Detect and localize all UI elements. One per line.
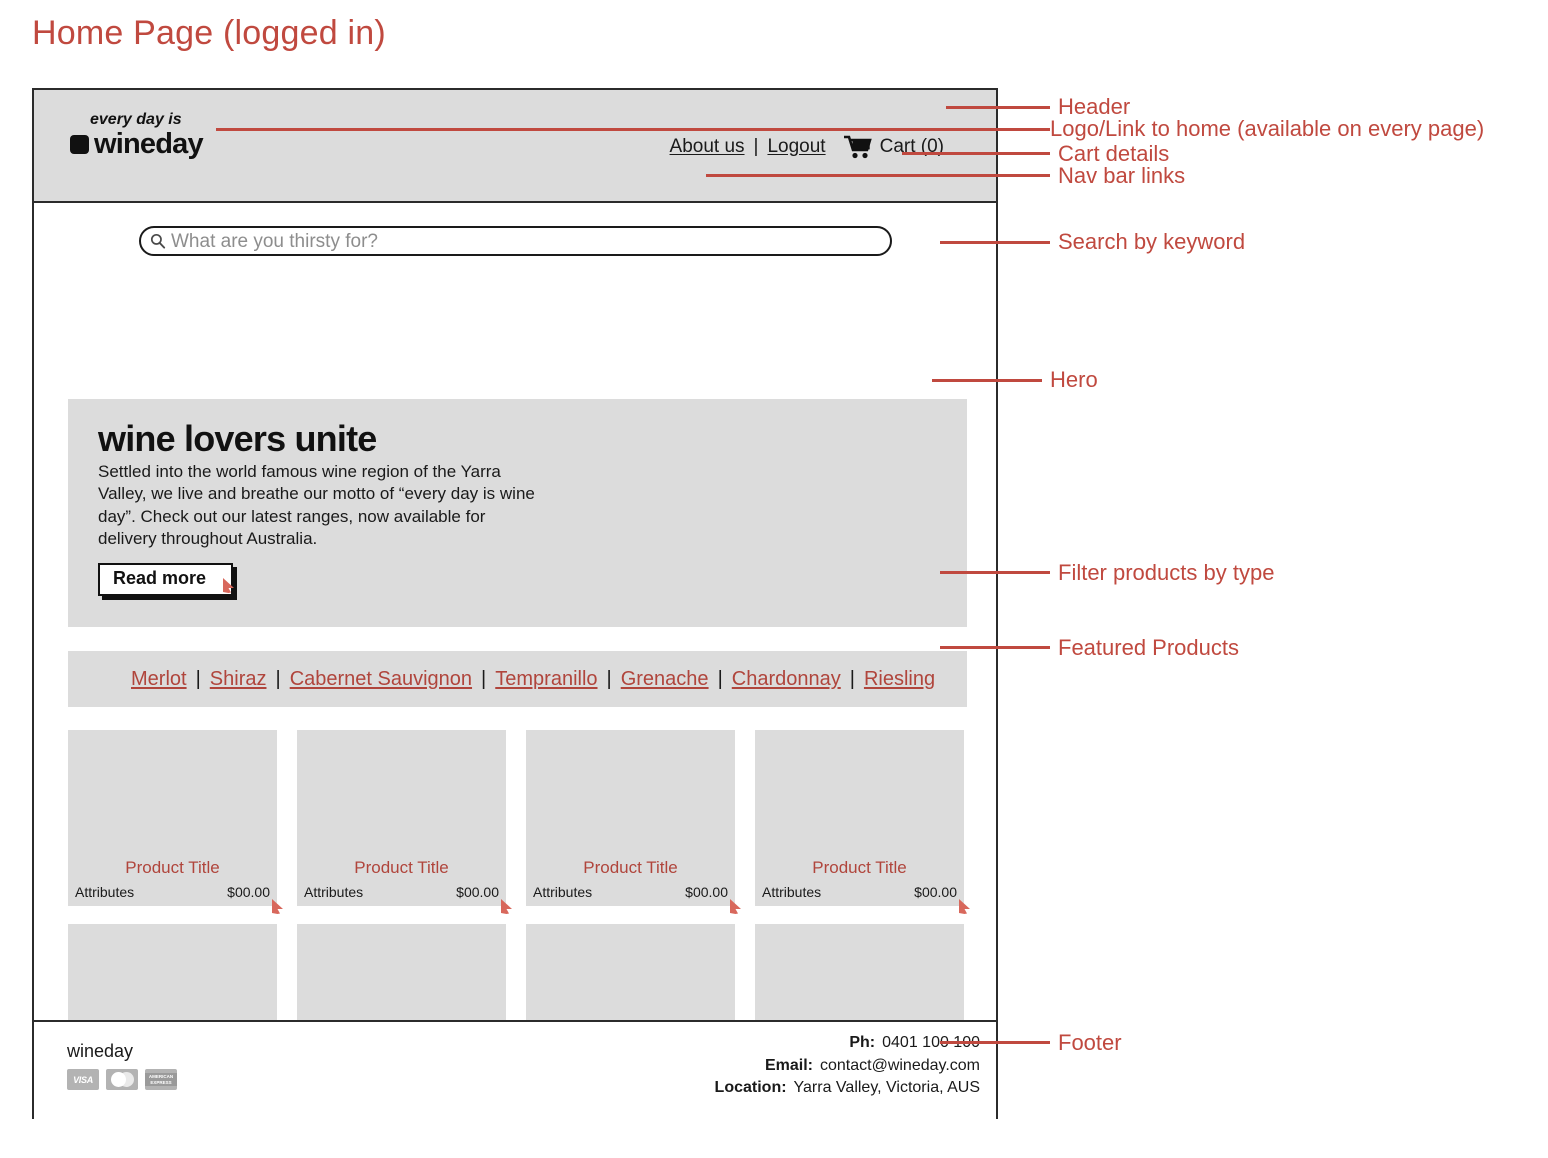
read-more-wrap: Read more	[98, 563, 234, 596]
filter-separator: |	[606, 667, 612, 690]
product-attributes: Attributes	[533, 884, 593, 900]
filter-separator: |	[717, 667, 723, 690]
cart-details[interactable]: Cart (0)	[843, 135, 944, 159]
filter-separator: |	[195, 667, 201, 690]
annotation-leader-search	[940, 241, 1050, 244]
page-title: Home Page (logged in)	[32, 14, 386, 52]
filter-separator: |	[275, 667, 281, 690]
cursor-arrow-icon	[959, 899, 970, 914]
product-title: Product Title	[125, 858, 220, 877]
wireframe-frame: every day is wineday About us | Logout C…	[32, 88, 998, 1119]
product-price: $00.00	[456, 884, 499, 900]
annotation-leader-header	[946, 106, 1050, 109]
page-body: What are you thirsty for? wine lovers un…	[34, 203, 996, 1108]
product-title: Product Title	[812, 858, 907, 877]
annotation-leader-logo	[216, 128, 1050, 131]
product-title: Product Title	[583, 858, 678, 877]
contact-value-email: contact@wineday.com	[819, 1056, 980, 1074]
annotation-label-products: Featured Products	[1058, 635, 1239, 660]
contact-key-location: Location:	[714, 1079, 787, 1097]
site-footer: wineday VISA AMERICAN EXPRESS Ph: 0401 1…	[34, 1020, 996, 1119]
search-icon	[150, 233, 166, 249]
product-row: Product Title Attributes $00.00 Product …	[68, 730, 970, 914]
product-card[interactable]: Product Title Attributes $00.00	[297, 730, 512, 914]
nav-separator: |	[753, 136, 759, 157]
nav-link-about-us[interactable]: About us	[670, 136, 745, 158]
wireframe-page: Home Page (logged in) every day is wined…	[0, 0, 1548, 1158]
annotation-label-footer: Footer	[1058, 1030, 1122, 1055]
annotation-label-logo: Logo/Link to home (available on every pa…	[1050, 116, 1485, 141]
contact-value-location: Yarra Valley, Victoria, AUS	[793, 1079, 980, 1097]
product-card[interactable]: Product Title Attributes $00.00	[526, 730, 741, 914]
filter-link-1[interactable]: Shiraz	[210, 668, 267, 691]
search-placeholder: What are you thirsty for?	[171, 230, 378, 252]
annotation-label-search: Search by keyword	[1058, 229, 1246, 254]
cursor-arrow-icon	[501, 899, 512, 914]
product-price: $00.00	[227, 884, 270, 900]
read-more-button[interactable]: Read more	[98, 563, 234, 596]
product-attributes: Attributes	[304, 884, 364, 900]
contact-key-phone: Ph:	[849, 1034, 876, 1051]
product-attributes: Attributes	[762, 884, 822, 900]
filter-link-0[interactable]: Merlot	[131, 668, 187, 691]
hero-section: wine lovers unite Settled into the world…	[68, 399, 967, 627]
shopping-cart-icon	[843, 135, 872, 159]
logo-wordmark: wineday	[94, 128, 204, 160]
payment-methods: VISA AMERICAN EXPRESS	[67, 1069, 177, 1090]
annotation-leader-hero	[932, 379, 1042, 382]
annotation-label-header: Header	[1058, 94, 1131, 119]
visa-icon: VISA	[67, 1069, 99, 1090]
filter-separator: |	[849, 667, 855, 690]
search-input[interactable]: What are you thirsty for?	[139, 226, 892, 256]
logo-square-icon	[70, 135, 89, 154]
annotation-leader-filter	[940, 571, 1050, 574]
product-attributes: Attributes	[75, 884, 135, 900]
filter-separator: |	[481, 667, 487, 690]
contact-key-email: Email:	[764, 1056, 813, 1074]
product-title: Product Title	[354, 858, 449, 877]
hero-title: wine lovers unite	[98, 418, 377, 459]
filter-bar: Merlot | Shiraz | Cabernet Sauvignon | T…	[68, 651, 967, 707]
hero-body-text: Settled into the world famous wine regio…	[98, 461, 535, 549]
cursor-arrow-icon	[272, 899, 283, 914]
amex-icon: AMERICAN EXPRESS	[145, 1069, 177, 1090]
filter-link-4[interactable]: Grenache	[621, 668, 709, 691]
nav-link-logout[interactable]: Logout	[767, 136, 825, 158]
annotation-label-cart: Cart details	[1058, 141, 1170, 166]
cursor-arrow-icon	[730, 899, 741, 914]
product-price: $00.00	[914, 884, 957, 900]
filter-link-3[interactable]: Tempranillo	[495, 668, 597, 691]
search-row: What are you thirsty for?	[139, 226, 892, 256]
annotation-label-nav: Nav bar links	[1058, 163, 1186, 188]
annotation-leader-nav	[706, 174, 1050, 177]
product-price: $00.00	[685, 884, 728, 900]
annotation-leader-footer	[940, 1041, 1050, 1044]
product-card[interactable]: Product Title Attributes $00.00	[755, 730, 970, 914]
logo-tagline: every day is	[90, 111, 182, 128]
footer-brand: wineday	[67, 1041, 134, 1061]
mastercard-icon	[106, 1069, 138, 1090]
site-header: every day is wineday About us | Logout C…	[34, 90, 996, 203]
annotation-leader-cart	[902, 152, 1050, 155]
filter-link-5[interactable]: Chardonnay	[732, 668, 841, 691]
nav-bar: About us | Logout Cart (0)	[670, 135, 944, 159]
annotation-leader-products	[940, 646, 1050, 649]
annotation-label-hero: Hero	[1050, 367, 1098, 392]
filter-link-2[interactable]: Cabernet Sauvignon	[290, 668, 472, 691]
filter-link-6[interactable]: Riesling	[864, 668, 935, 691]
product-card[interactable]: Product Title Attributes $00.00	[68, 730, 283, 914]
logo-link-home[interactable]: every day is wineday	[70, 111, 204, 160]
annotation-label-filter: Filter products by type	[1058, 560, 1275, 585]
